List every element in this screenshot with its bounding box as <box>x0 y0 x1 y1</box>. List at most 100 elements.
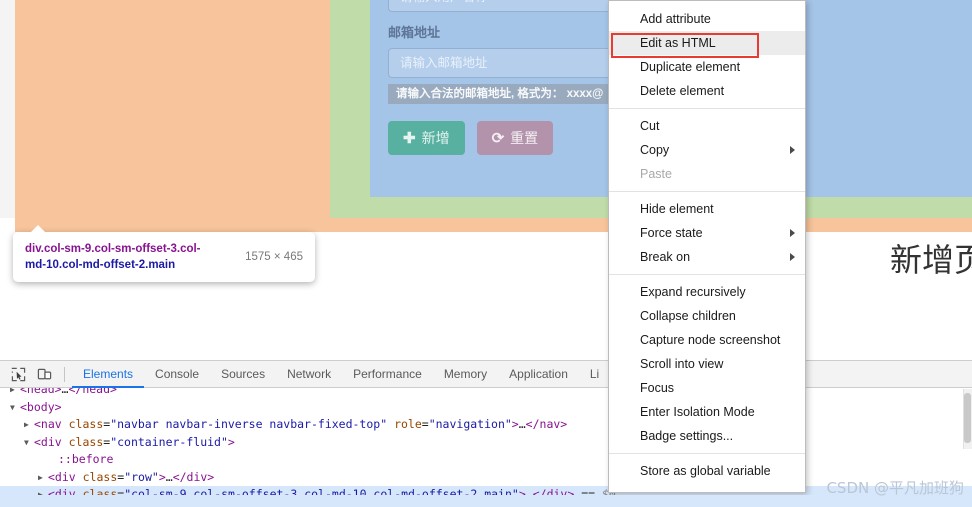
dom-token: <body> <box>20 399 62 414</box>
context-menu-item-label: Expand recursively <box>640 285 746 299</box>
dom-row[interactable]: ▶ <nav class = "navbar navbar-inverse navba… <box>0 416 972 434</box>
page-title: 新增页 <box>890 241 972 279</box>
tab-li[interactable]: Li <box>579 361 610 388</box>
tab-memory[interactable]: Memory <box>433 361 498 388</box>
add-button[interactable]: ✚ 新增 <box>388 121 465 155</box>
inspector-element-selector: div.col-sm-9.col-sm-offset-3.col- md-10.… <box>25 241 235 273</box>
dom-token: </nav> <box>525 417 568 431</box>
devtools-context-menu[interactable]: Add attribute Edit as HTML Duplicate eleme… <box>608 0 806 493</box>
dom-token: class <box>68 417 104 431</box>
context-menu-item-cut[interactable]: Cut <box>609 114 805 138</box>
inspector-element-dimensions: 1575 × 465 <box>245 251 303 263</box>
dom-token: "container-fluid" <box>110 434 228 449</box>
context-menu-item-add-attribute[interactable]: Add attribute <box>609 7 805 31</box>
tab-network[interactable]: Network <box>276 361 342 388</box>
expand-triangle-open-icon[interactable]: ▼ <box>10 399 20 417</box>
dom-row[interactable]: ▼ <div class="container-fluid"> <box>0 434 972 452</box>
inspector-selector-line1: div.col-sm-9.col-sm-offset-3.col- <box>25 243 201 255</box>
context-menu-item-edit-as-html[interactable]: Edit as HTML <box>609 31 805 55</box>
screenshot-root: 请输入用户名称 邮箱地址 请输入邮箱地址 请输入合法的邮箱地址, 格式为： xx… <box>0 0 972 507</box>
dom-token: "navbar navbar-inverse navbar-fixed-top" <box>110 417 388 431</box>
dom-token: <head> <box>20 388 62 396</box>
plus-icon: ✚ <box>403 130 416 147</box>
context-menu-item-label: Paste <box>640 167 672 181</box>
context-menu-item-label: Duplicate element <box>640 60 741 74</box>
toolbar-divider <box>64 366 65 382</box>
context-menu-item-label: Cut <box>640 119 660 133</box>
context-menu-item-scroll-into-view[interactable]: Scroll into view <box>609 352 805 376</box>
context-menu-item-expand-recursively[interactable]: Expand recursively <box>609 280 805 304</box>
tab-performance[interactable]: Performance <box>342 361 433 388</box>
tab-elements[interactable]: Elements <box>72 361 144 388</box>
context-menu-item-duplicate-element[interactable]: Duplicate element <box>609 55 805 79</box>
context-menu-item-label: Store as global variable <box>640 464 771 478</box>
submenu-arrow-icon <box>790 229 795 237</box>
tab-sources[interactable]: Sources <box>210 361 276 388</box>
context-menu-item-capture-node-screenshot[interactable]: Capture node screenshot <box>609 328 805 352</box>
context-menu-item-label: Hide element <box>640 202 714 216</box>
refresh-icon: ⟳ <box>491 130 505 147</box>
context-menu-item-label: Break on <box>640 250 691 264</box>
context-menu-item-label: Force state <box>640 226 703 240</box>
context-menu-item-label: Collapse children <box>640 309 736 323</box>
context-menu-item-collapse-children[interactable]: Collapse children <box>609 304 805 328</box>
context-menu-item-label: Edit as HTML <box>640 36 716 50</box>
context-menu-item-copy[interactable]: Copy <box>609 138 805 162</box>
dom-row[interactable]: ::before <box>0 451 972 469</box>
context-menu-separator <box>609 274 805 275</box>
tab-console[interactable]: Console <box>144 361 210 388</box>
dom-token: class <box>68 434 104 449</box>
context-menu-item-label: Copy <box>640 143 670 157</box>
browser-viewport: 请输入用户名称 邮箱地址 请输入邮箱地址 请输入合法的邮箱地址, 格式为： xx… <box>0 0 972 360</box>
dom-token: > <box>511 417 519 431</box>
page-left-gutter <box>0 0 15 218</box>
context-menu-item-focus[interactable]: Focus <box>609 376 805 400</box>
dom-token: <div <box>48 469 83 484</box>
context-menu-item-store-as-global-variable[interactable]: Store as global variable <box>609 459 805 483</box>
context-menu-item-delete-element[interactable]: Delete element <box>609 79 805 103</box>
context-menu-separator <box>609 191 805 192</box>
expand-triangle-closed-icon[interactable]: ▶ <box>38 469 48 487</box>
expand-triangle-closed-icon[interactable]: ▶ <box>24 416 34 434</box>
watermark: CSDN @平凡加班狗 <box>826 479 964 497</box>
context-menu-item-enter-isolation-mode[interactable]: Enter Isolation Mode <box>609 400 805 424</box>
device-toolbar-icon[interactable] <box>31 362 57 386</box>
dom-token: "row" <box>124 469 159 484</box>
expand-triangle-open-icon[interactable]: ▼ <box>24 434 34 452</box>
context-menu-item-label: Scroll into view <box>640 357 724 371</box>
tab-application[interactable]: Application <box>498 361 579 388</box>
inspector-selector-line2: md-10.col-md-offset-2.main <box>25 259 176 271</box>
context-menu-item-paste: Paste <box>609 162 805 186</box>
dom-token: … <box>165 469 173 484</box>
reset-button-label: 重置 <box>510 130 539 146</box>
devtools-tabs: Elements Console Sources Network Performance… <box>72 361 610 388</box>
reset-button[interactable]: ⟳ 重置 <box>476 121 554 155</box>
dom-token: > <box>227 434 235 449</box>
context-menu-item-break-on[interactable]: Break on <box>609 245 805 269</box>
context-menu-item-hide-element[interactable]: Hide element <box>609 197 805 221</box>
dom-token: <nav <box>34 417 69 431</box>
dom-token: > <box>158 469 166 484</box>
dom-row[interactable]: ▼ <body> <box>0 399 972 417</box>
context-menu-item-label: Enter Isolation Mode <box>640 405 755 419</box>
dom-row[interactable]: ▶ <head>…</head> <box>0 388 972 399</box>
context-menu-item-label: Focus <box>640 381 675 395</box>
context-menu-item-badge-settings[interactable]: Badge settings... <box>609 424 805 448</box>
dom-token: = <box>421 417 429 431</box>
submenu-arrow-icon <box>790 253 795 261</box>
dom-token: role <box>387 417 422 431</box>
context-menu-item-label: Add attribute <box>640 12 711 26</box>
dom-token: ::before <box>58 452 114 466</box>
devtools-toolbar: Elements Console Sources Network Performance… <box>0 361 972 388</box>
dom-token: </div> <box>172 469 215 484</box>
context-menu-item-label: Badge settings... <box>640 429 734 443</box>
dom-token: class <box>82 469 118 484</box>
dom-tree-scrollbar-thumb[interactable] <box>964 393 971 443</box>
dom-token: … <box>518 417 526 431</box>
dom-token: </head> <box>68 388 117 396</box>
context-menu-separator <box>609 108 805 109</box>
submenu-arrow-icon <box>790 146 795 154</box>
context-menu-item-force-state[interactable]: Force state <box>609 221 805 245</box>
expand-triangle-closed-icon[interactable]: ▶ <box>10 388 20 399</box>
inspect-element-icon[interactable] <box>5 362 31 386</box>
